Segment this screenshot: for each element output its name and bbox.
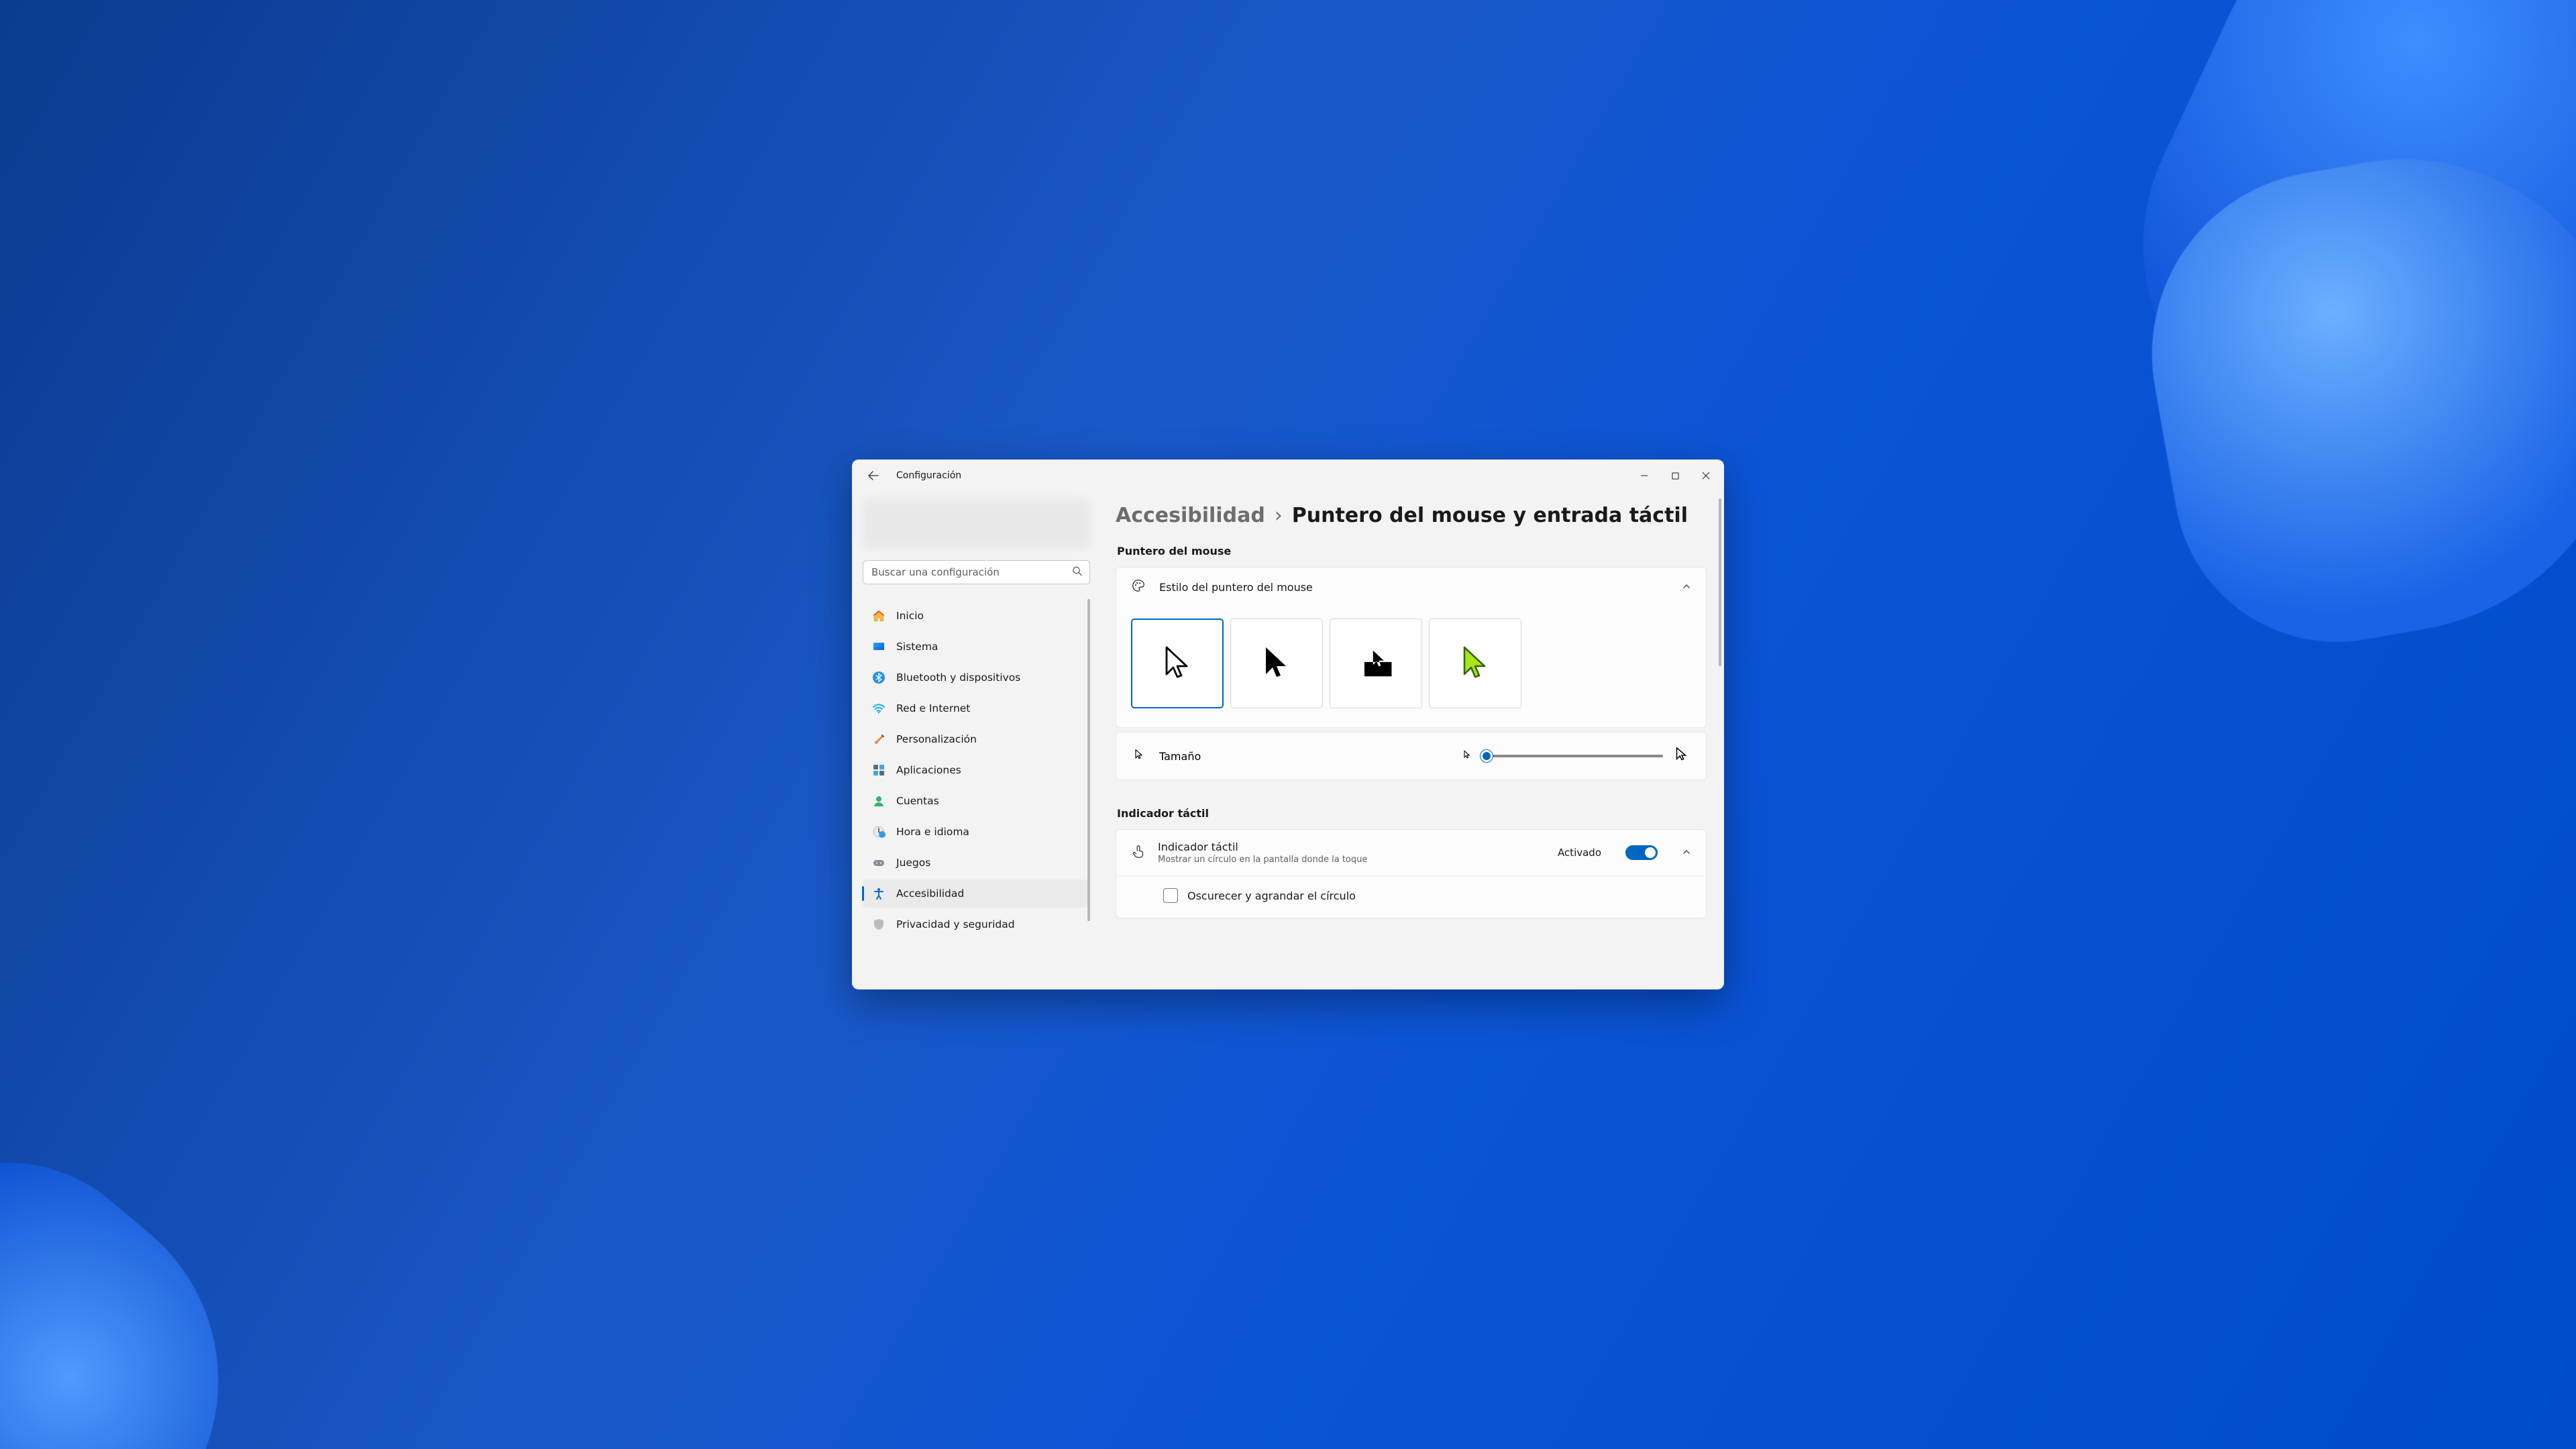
sidebar-item-personalization[interactable]: Personalización [863, 725, 1087, 753]
cursor-color-icon [1454, 642, 1497, 685]
pointer-style-inverted[interactable] [1330, 619, 1422, 708]
cursor-white-icon [1156, 642, 1199, 685]
maximize-icon [1672, 472, 1679, 480]
pointer-style-custom-color[interactable] [1429, 619, 1521, 708]
back-button[interactable] [860, 462, 887, 489]
size-label: Tamaño [1159, 750, 1201, 763]
touch-indicator-toggle[interactable] [1625, 845, 1658, 860]
pointer-size-card: Tamaño [1116, 732, 1707, 780]
sidebar-item-label: Personalización [896, 733, 977, 745]
search-input[interactable] [863, 560, 1090, 584]
sidebar-item-label: Bluetooth y dispositivos [896, 672, 1020, 684]
cursor-inverted-icon [1354, 642, 1397, 685]
sidebar-item-label: Juegos [896, 857, 930, 869]
slider-thumb[interactable] [1481, 750, 1493, 762]
nav-list: Inicio Sistema Bluetooth y dispositivos … [861, 599, 1091, 989]
sidebar-item-label: Privacidad y seguridad [896, 918, 1015, 930]
search-box[interactable] [863, 560, 1090, 584]
pointer-style-title: Estilo del puntero del mouse [1159, 581, 1313, 594]
settings-window: Configuración Inicio Sistema [852, 460, 1724, 989]
system-icon [872, 640, 885, 653]
apps-icon [872, 763, 885, 777]
accessibility-icon [872, 887, 885, 900]
breadcrumb-separator: › [1275, 504, 1283, 527]
sidebar-item-accounts[interactable]: Cuentas [863, 787, 1087, 815]
sidebar-item-label: Accesibilidad [896, 888, 964, 900]
pointer-style-options [1116, 606, 1706, 727]
palette-icon [1131, 578, 1146, 596]
clock-globe-icon [872, 825, 885, 839]
breadcrumb-parent[interactable]: Accesibilidad [1116, 504, 1265, 527]
main-scrollbar[interactable] [1719, 498, 1721, 666]
touch-darken-option-row: Oscurecer y agrandar el círculo [1116, 875, 1706, 918]
sidebar-item-accessibility[interactable]: Accesibilidad [863, 879, 1087, 908]
cursor-small-icon [1132, 748, 1146, 764]
sidebar-item-bluetooth[interactable]: Bluetooth y dispositivos [863, 663, 1087, 692]
shield-icon [872, 918, 885, 931]
toggle-state-label: Activado [1558, 847, 1601, 859]
sidebar-item-system[interactable]: Sistema [863, 633, 1087, 661]
section-label-pointer: Puntero del mouse [1117, 545, 1707, 557]
sidebar: Inicio Sistema Bluetooth y dispositivos … [852, 492, 1097, 989]
sidebar-scrollbar[interactable] [1087, 599, 1090, 921]
sidebar-item-privacy[interactable]: Privacidad y seguridad [863, 910, 1087, 938]
arrow-left-icon [868, 470, 879, 481]
page-title: Puntero del mouse y entrada táctil [1292, 504, 1688, 527]
pointer-style-black[interactable] [1230, 619, 1323, 708]
cursor-black-icon [1255, 642, 1298, 685]
chevron-up-icon [1682, 581, 1691, 594]
close-button[interactable] [1690, 462, 1721, 489]
cursor-min-icon [1462, 749, 1472, 763]
sidebar-item-apps[interactable]: Aplicaciones [863, 756, 1087, 784]
home-icon [872, 609, 885, 623]
cursor-max-icon [1672, 746, 1690, 766]
sidebar-item-label: Aplicaciones [896, 764, 961, 776]
person-icon [872, 794, 885, 808]
sidebar-item-label: Sistema [896, 641, 938, 653]
sidebar-item-home[interactable]: Inicio [863, 602, 1087, 630]
minimize-icon [1640, 472, 1648, 480]
touch-icon [1131, 844, 1146, 861]
breadcrumb: Accesibilidad › Puntero del mouse y entr… [1116, 504, 1707, 527]
window-title: Configuración [896, 470, 961, 481]
touch-indicator-row: Indicador táctil Mostrar un círculo en l… [1116, 830, 1706, 875]
touch-indicator-card: Indicador táctil Mostrar un círculo en l… [1116, 829, 1707, 918]
close-icon [1702, 472, 1710, 480]
search-icon [1072, 566, 1082, 579]
sidebar-item-label: Inicio [896, 610, 924, 622]
touch-indicator-desc: Mostrar un círculo en la pantalla donde … [1158, 855, 1367, 865]
titlebar: Configuración [852, 460, 1724, 492]
darken-enlarge-checkbox[interactable] [1163, 888, 1178, 903]
pointer-style-card: Estilo del puntero del mouse [1116, 567, 1707, 728]
minimize-button[interactable] [1629, 462, 1660, 489]
account-header-blurred [863, 500, 1090, 548]
bluetooth-icon [872, 671, 885, 684]
sidebar-item-time-language[interactable]: Hora e idioma [863, 818, 1087, 846]
sidebar-item-network[interactable]: Red e Internet [863, 694, 1087, 722]
pointer-style-header[interactable]: Estilo del puntero del mouse [1116, 568, 1706, 606]
paintbrush-icon [872, 733, 885, 746]
main-content: Accesibilidad › Puntero del mouse y entr… [1097, 492, 1724, 989]
section-label-touch: Indicador táctil [1117, 807, 1707, 820]
touch-indicator-title: Indicador táctil [1158, 841, 1367, 853]
gamepad-icon [872, 856, 885, 869]
darken-enlarge-label: Oscurecer y agrandar el círculo [1187, 890, 1356, 902]
wifi-icon [872, 702, 885, 715]
chevron-up-icon[interactable] [1682, 847, 1691, 859]
sidebar-item-label: Red e Internet [896, 702, 970, 714]
size-slider[interactable] [1482, 755, 1663, 757]
maximize-button[interactable] [1660, 462, 1690, 489]
size-slider-area [1462, 746, 1690, 766]
pointer-style-white[interactable] [1131, 619, 1224, 708]
sidebar-item-label: Cuentas [896, 795, 939, 807]
sidebar-item-label: Hora e idioma [896, 826, 969, 838]
sidebar-item-gaming[interactable]: Juegos [863, 849, 1087, 877]
